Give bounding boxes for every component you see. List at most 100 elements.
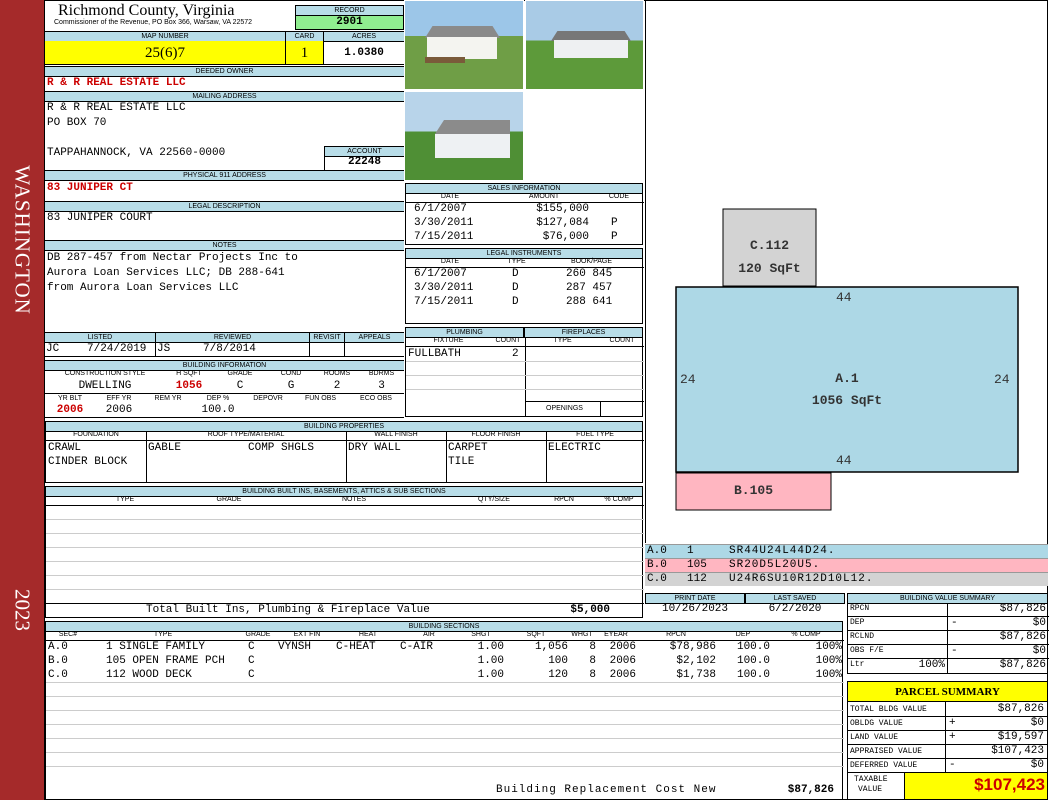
ps-land: $19,597 [997, 731, 1044, 743]
deeded-owner-value: R & R REAL ESTATE LLC [47, 77, 186, 89]
prop-fuel: ELECTRIC [548, 442, 601, 454]
vs-dep: $0 [1032, 617, 1046, 629]
section-cell-whgt: 8 [589, 641, 596, 653]
sketch-legend-code: 105 [687, 559, 707, 571]
reviewed-date: 7/8/2014 [203, 343, 256, 355]
section-cell-rpcn: $1,738 [676, 669, 716, 681]
section-cell-shgt: 1.00 [477, 669, 504, 681]
sections-header-comp: % COMP [791, 631, 821, 638]
sections-header-eyear: EYEAR [604, 631, 628, 638]
section-cell-heat: C-HEAT [336, 641, 376, 653]
section-cell-rpcn: $78,986 [669, 641, 716, 653]
sections-header-rpcn: RPCN [666, 631, 686, 638]
ps-appraised-label: APPRAISED VALUE [850, 747, 923, 756]
vs-ltr-pct: 100% [918, 659, 945, 671]
card-value: 1 [285, 41, 323, 65]
ps-deferred: $0 [1030, 759, 1044, 771]
notes-label: NOTES [45, 240, 404, 251]
ps-taxable-label-2: VALUE [858, 785, 883, 794]
bi-h-hsqft: H SQFT [176, 370, 202, 377]
ps-deferred-label: DEFERRED VALUE [850, 761, 918, 770]
li-row-date: 7/15/2011 [414, 296, 474, 308]
sales-row-amount: $127,084 [536, 217, 589, 229]
ps-taxable-value: $107,423 [974, 775, 1045, 794]
sketch-c-area: 120 SqFt [738, 261, 801, 276]
bi-h-depovr: DEPOVR [253, 395, 283, 402]
plumb-h-fixture: FIXTURE [433, 337, 464, 344]
li-row-type: D [512, 268, 519, 280]
bi-h-dep: DEP % [206, 395, 230, 402]
side-banner-year: 2023 [10, 589, 35, 631]
record-value: 2901 [295, 15, 404, 30]
sketch-legend-code: 1 [687, 545, 694, 557]
sketch-a-label: A.1 [835, 371, 859, 386]
sales-row-date: 3/30/2011 [414, 217, 474, 229]
prop-foundation-1: CRAWL [48, 442, 82, 454]
vs-rcnld-label: RCLND [850, 632, 875, 641]
house-photo-1[interactable] [404, 0, 524, 90]
section-cell-eyear: 2006 [609, 641, 636, 653]
reviewed-by: JS [157, 343, 171, 355]
side-banner-city: WASHINGTON [10, 165, 35, 315]
notes-line-3: from Aurora Loan Services LLC [47, 282, 239, 294]
sketch-legend-code: 112 [687, 573, 707, 585]
section-cell-shgt: 1.00 [477, 641, 504, 653]
vs-ltr-label: Ltr [850, 660, 865, 669]
bi-h-style: CONSTRUCTION STYLE [64, 370, 146, 377]
mailing-line-3: TAPPAHANNOCK, VA 22560-0000 [47, 147, 226, 159]
mailing-line-2: PO BOX 70 [47, 117, 107, 129]
sales-row-amount: $76,000 [542, 231, 589, 243]
section-cell-sec: C.0 [48, 669, 68, 681]
section-cell-whgt: 8 [589, 669, 596, 681]
sales-row-date: 6/1/2007 [414, 203, 467, 215]
sections-header-whgt: WHGT [571, 631, 593, 638]
sales-h-amount: AMOUNT [528, 193, 560, 200]
sketch-c-label: C.112 [749, 238, 789, 253]
deeded-owner-label: DEEDED OWNER [45, 66, 404, 77]
li-row-book: 287 457 [566, 282, 613, 294]
revisit-label: REVISIT [309, 333, 344, 343]
section-cell-air: C-AIR [400, 641, 434, 653]
house-photo-3[interactable] [404, 91, 524, 181]
bi-effyr: 2006 [105, 404, 133, 416]
section-cell-comp: 100% [815, 641, 842, 653]
account-value: 22248 [324, 156, 404, 170]
bi-rooms: 2 [333, 380, 341, 392]
vs-obs: $0 [1032, 645, 1046, 657]
parcel-summary-title: PARCEL SUMMARY [848, 682, 1047, 702]
li-h-date: DATE [440, 258, 460, 265]
sketch-legend-path: SR20D5L20U5. [729, 559, 821, 571]
sections-header-ext: EXT FIN [293, 631, 321, 638]
ps-land-label: LAND VALUE [850, 733, 899, 742]
section-cell-shgt: 1.00 [477, 655, 504, 667]
sketch-legend-row: C.0 112 U24R6SU10R12D10L12. [645, 572, 1048, 586]
section-cell-sqft: 1,056 [534, 641, 568, 653]
acres-value: 1.0380 [323, 41, 404, 65]
bi-h-ecoobs: ECO OBS [360, 395, 392, 402]
building-sketch: C.112 120 SqFt A.1 1056 SqFt B.105 44 44… [645, 0, 1048, 543]
prop-roof-type: GABLE [148, 442, 182, 454]
li-h-book: BOOK/PAGE [570, 258, 613, 265]
sales-h-date: DATE [440, 193, 460, 200]
bi-hsqft: 1056 [175, 380, 203, 392]
fire-h-count: COUNT [609, 337, 635, 344]
house-photo-2[interactable] [525, 0, 644, 90]
ps-total-bldg-label: TOTAL BLDG VALUE [850, 705, 927, 714]
prop-floor-2: TILE [448, 456, 475, 468]
sketch-b-label: B.105 [733, 483, 773, 498]
sketch-a-area: 1056 SqFt [811, 393, 883, 408]
vs-ltr: $87,826 [999, 659, 1046, 671]
sketch-dim-right: 24 [994, 372, 1010, 387]
ps-obldg: $0 [1030, 717, 1044, 729]
fire-h-type: TYPE [553, 337, 572, 344]
prop-wall: DRY WALL [348, 442, 401, 454]
section-cell-comp: 100% [815, 669, 842, 681]
sales-h-code: CODE [608, 193, 630, 200]
sections-header-sec: SEC# [58, 631, 78, 638]
bi-col-notes: NOTES [341, 496, 367, 503]
bi-h-yrblt: YR BLT [58, 395, 82, 402]
section-cell-ext: VYNSH [278, 641, 312, 653]
li-row-type: D [512, 282, 519, 294]
sketch-legend-sec: B.0 [647, 559, 667, 571]
bi-style: DWELLING [78, 380, 132, 392]
